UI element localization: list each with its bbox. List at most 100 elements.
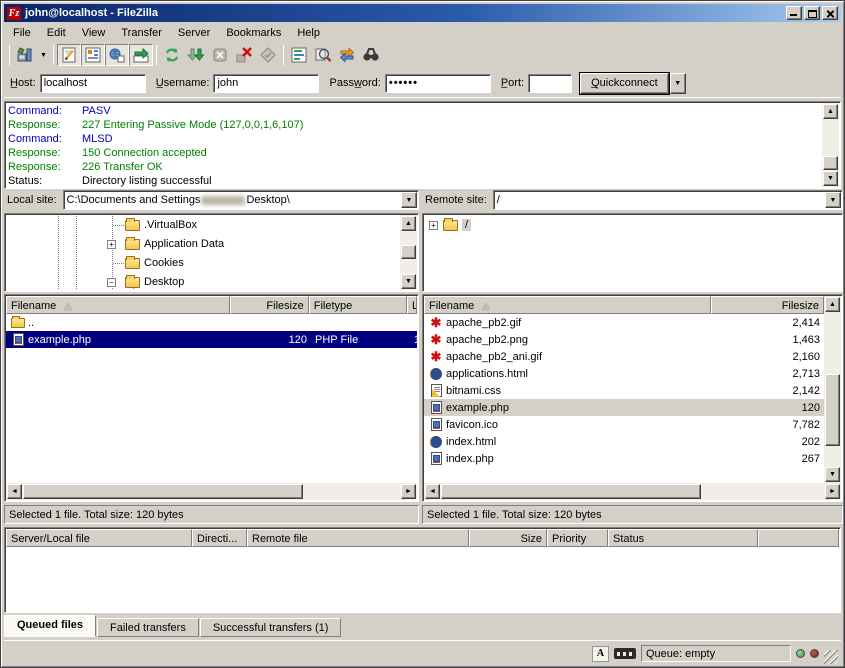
username-input[interactable] — [213, 74, 319, 93]
menu-file[interactable]: File — [5, 24, 39, 42]
port-input[interactable] — [528, 74, 572, 93]
scroll-right-button[interactable]: ► — [825, 484, 840, 499]
scroll-thumb[interactable] — [401, 245, 416, 259]
tab-failed-transfers[interactable]: Failed transfers — [97, 618, 199, 637]
scroll-thumb[interactable] — [441, 484, 701, 499]
toggle-remote-tree-button[interactable] — [105, 44, 129, 66]
queue-column-size[interactable]: Size — [469, 529, 547, 547]
host-input[interactable] — [40, 74, 146, 93]
tree-item-desktop[interactable]: Desktop — [7, 273, 416, 292]
scroll-up-button[interactable]: ▲ — [823, 104, 838, 119]
quickconnect-button[interactable]: Q̲uickconnect — [580, 73, 669, 94]
filter-button[interactable] — [287, 44, 311, 66]
directory-comparison-button[interactable] — [311, 44, 335, 66]
remote-column-filename[interactable]: Filename — [424, 296, 711, 314]
php-file-icon — [428, 401, 444, 414]
local-column-filesize[interactable]: Filesize — [230, 296, 308, 314]
site-manager-button[interactable] — [13, 44, 37, 66]
sort-ascending-icon — [482, 303, 490, 310]
toggle-message-log-button[interactable] — [57, 44, 81, 66]
file-row-selected[interactable]: example.php 120 PHP File 1 — [6, 331, 417, 348]
scroll-right-button[interactable]: ► — [401, 484, 416, 499]
expand-plus-icon[interactable] — [429, 221, 438, 230]
menu-view[interactable]: View — [74, 24, 114, 42]
remote-hscrollbar[interactable]: ◄ ► — [424, 483, 841, 500]
reconnect-button[interactable] — [256, 44, 280, 66]
file-row[interactable]: favicon.ico 7,782 — [424, 416, 824, 433]
menu-server[interactable]: Server — [170, 24, 218, 42]
tab-queued-files[interactable]: Queued files — [4, 615, 96, 637]
local-path-prefix: C:\Documents and Settings — [67, 194, 201, 206]
file-row[interactable]: index.html 202 — [424, 433, 824, 450]
queue-column-extra[interactable] — [758, 529, 839, 547]
local-path-combo[interactable]: C:\Documents and SettingsDesktop\ ▼ — [63, 190, 419, 210]
file-row[interactable]: ✱apache_pb2_ani.gif 2,160 — [424, 348, 824, 365]
file-row[interactable]: ✱apache_pb2.gif 2,414 — [424, 314, 824, 331]
scroll-thumb[interactable] — [823, 156, 838, 170]
refresh-button[interactable] — [160, 44, 184, 66]
status-badge-icon[interactable] — [614, 648, 636, 659]
local-column-filename[interactable]: Filename — [6, 296, 230, 314]
comparison-icon — [313, 45, 333, 65]
activity-led-green — [796, 649, 805, 658]
title-bar[interactable]: Fz john@localhost - FileZilla — [4, 4, 841, 22]
local-tree-scrollbar[interactable]: ▲ ▼ — [400, 215, 417, 290]
local-hscrollbar[interactable]: ◄ ► — [6, 483, 417, 500]
scroll-up-button[interactable]: ▲ — [401, 216, 416, 231]
resize-grip[interactable] — [824, 650, 838, 664]
file-row[interactable]: index.php 267 — [424, 450, 824, 467]
data-type-icon[interactable]: A — [592, 646, 609, 662]
tree-item-application-data[interactable]: Application Data — [7, 235, 416, 254]
scroll-down-button[interactable]: ▼ — [823, 171, 838, 186]
local-column-filetype[interactable]: Filetype — [309, 296, 407, 314]
menu-bookmarks[interactable]: Bookmarks — [218, 24, 289, 42]
maximize-button[interactable] — [804, 6, 820, 20]
file-row[interactable]: ✱apache_pb2.png 1,463 — [424, 331, 824, 348]
minimize-button[interactable] — [786, 6, 802, 20]
log-label: Command: — [8, 132, 82, 146]
scroll-down-button[interactable]: ▼ — [401, 274, 416, 289]
queue-column-priority[interactable]: Priority — [547, 529, 608, 547]
synchronized-browsing-button[interactable] — [335, 44, 359, 66]
remote-column-filesize[interactable]: Filesize — [711, 296, 824, 314]
remote-path-combo[interactable]: / ▼ — [493, 190, 843, 210]
site-manager-dropdown[interactable]: ▼ — [37, 44, 50, 66]
menu-transfer[interactable]: Transfer — [113, 24, 170, 42]
scroll-left-button[interactable]: ◄ — [425, 484, 440, 499]
quickconnect-dropdown[interactable]: ▼ — [670, 73, 686, 94]
queue-column-remotefile[interactable]: Remote file — [247, 529, 469, 547]
file-row[interactable]: applications.html 2,713 — [424, 365, 824, 382]
disconnect-button[interactable] — [232, 44, 256, 66]
local-column-lastmodified[interactable]: L — [407, 296, 417, 314]
menu-help[interactable]: Help — [289, 24, 328, 42]
process-queue-button[interactable] — [184, 44, 208, 66]
file-row-updir[interactable]: .. — [6, 314, 417, 331]
scroll-down-button[interactable]: ▼ — [825, 467, 840, 482]
tree-item-virtualbox[interactable]: .VirtualBox — [7, 216, 416, 235]
tree-item-root[interactable]: / — [425, 216, 840, 235]
file-row-selected[interactable]: example.php 120 — [424, 399, 824, 416]
remote-vscrollbar[interactable]: ▲ ▼ — [824, 296, 841, 483]
tab-successful-transfers[interactable]: Successful transfers (1) — [200, 618, 342, 637]
scroll-up-button[interactable]: ▲ — [825, 297, 840, 312]
toggle-local-tree-button[interactable] — [81, 44, 105, 66]
queue-column-serverlocal[interactable]: Server/Local file — [6, 529, 192, 547]
toggle-transfer-queue-button[interactable] — [129, 44, 153, 66]
expand-minus-icon[interactable] — [107, 278, 116, 287]
queue-column-status[interactable]: Status — [608, 529, 758, 547]
queue-column-direction[interactable]: Directi... — [192, 529, 247, 547]
close-button[interactable] — [822, 6, 838, 20]
log-scrollbar[interactable]: ▲ ▼ — [822, 103, 839, 187]
scroll-left-button[interactable]: ◄ — [7, 484, 22, 499]
tree-item-cookies[interactable]: Cookies — [7, 254, 416, 273]
scroll-thumb[interactable] — [23, 484, 303, 499]
local-path-dropdown[interactable]: ▼ — [401, 192, 417, 208]
expand-plus-icon[interactable] — [107, 240, 116, 249]
menu-edit[interactable]: Edit — [39, 24, 74, 42]
remote-path-dropdown[interactable]: ▼ — [825, 192, 841, 208]
cancel-operation-button[interactable] — [208, 44, 232, 66]
file-row[interactable]: bitnami.css 2,142 — [424, 382, 824, 399]
scroll-thumb[interactable] — [825, 374, 840, 446]
find-files-button[interactable] — [359, 44, 383, 66]
password-input[interactable] — [385, 74, 491, 93]
